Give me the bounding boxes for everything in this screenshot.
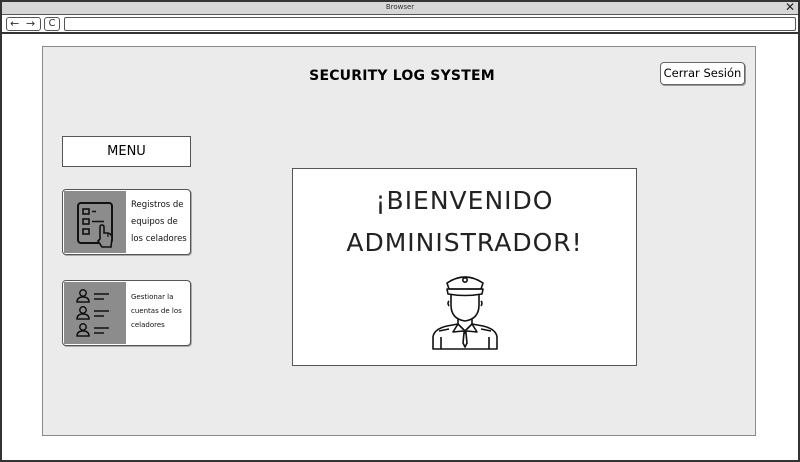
sidebar-item-registros[interactable]: Registros de equipos de los celadores	[62, 189, 191, 255]
welcome-heading-line1: ¡BIENVENIDO	[375, 186, 554, 215]
card-icon-area	[64, 191, 126, 253]
browser-navbar: ← → C	[2, 15, 798, 34]
window-title: Browser	[385, 3, 415, 11]
page-title: SECURITY LOG SYSTEM	[309, 68, 495, 84]
forward-arrow-icon[interactable]: →	[26, 17, 35, 31]
welcome-heading-line2: ADMINISTRADOR!	[346, 228, 583, 257]
sidebar-item-cuentas[interactable]: Gestionar la cuentas de los celadores	[62, 280, 191, 346]
address-bar[interactable]	[64, 17, 796, 31]
logout-button[interactable]: Cerrar Sesión	[660, 62, 745, 85]
back-arrow-icon[interactable]: ←	[10, 17, 19, 31]
menu-heading: MENU	[62, 136, 191, 167]
reload-icon[interactable]: C	[44, 17, 60, 31]
app-panel: SECURITY LOG SYSTEM Cerrar Sesión MENU R…	[42, 46, 756, 436]
card-icon-area	[64, 282, 126, 344]
nav-buttons: ← →	[6, 17, 41, 31]
police-officer-icon	[432, 276, 498, 350]
checklist-hand-icon	[77, 202, 113, 248]
sidebar-item-label: Registros de equipos de los celadores	[131, 200, 187, 244]
window-titlebar: Browser ✕	[2, 1, 798, 15]
close-icon[interactable]: ✕	[785, 1, 795, 14]
sidebar-item-label: Gestionar la cuentas de los celadores	[131, 293, 182, 329]
user-list-icon	[76, 289, 109, 337]
welcome-panel: ¡BIENVENIDO ADMINISTRADOR!	[292, 168, 637, 366]
